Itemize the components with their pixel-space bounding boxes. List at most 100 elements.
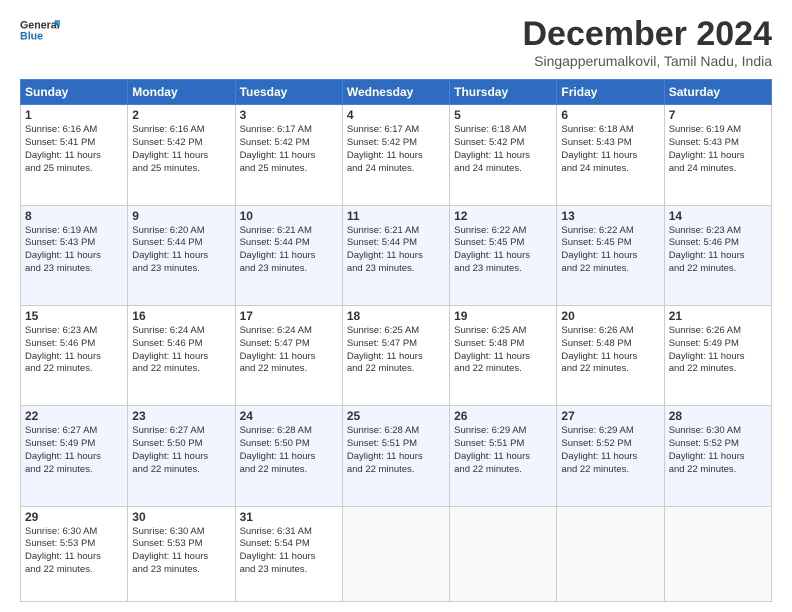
cell-content: Sunrise: 6:30 AM Sunset: 5:52 PM Dayligh…: [669, 425, 767, 476]
calendar-cell: 30 Sunrise: 6:30 AM Sunset: 5:53 PM Dayli…: [128, 506, 235, 601]
cell-content: Sunrise: 6:22 AM Sunset: 5:45 PM Dayligh…: [561, 225, 659, 276]
cell-content: Sunrise: 6:20 AM Sunset: 5:44 PM Dayligh…: [132, 225, 230, 276]
calendar-cell: 1Sunrise: 6:16 AM Sunset: 5:41 PM Daylig…: [21, 105, 128, 205]
month-title: December 2024: [522, 16, 772, 53]
day-number: 11: [347, 209, 445, 223]
weekday-header-thursday: Thursday: [450, 80, 557, 105]
weekday-header-friday: Friday: [557, 80, 664, 105]
calendar-cell: 16 Sunrise: 6:24 AM Sunset: 5:46 PM Dayli…: [128, 305, 235, 405]
weekday-header-sunday: Sunday: [21, 80, 128, 105]
calendar-cell: 24 Sunrise: 6:28 AM Sunset: 5:50 PM Dayli…: [235, 406, 342, 506]
cell-content: Sunrise: 6:25 AM Sunset: 5:48 PM Dayligh…: [454, 325, 552, 376]
cell-content: Sunrise: 6:27 AM Sunset: 5:50 PM Dayligh…: [132, 425, 230, 476]
cell-content: Sunrise: 6:19 AM Sunset: 5:43 PM Dayligh…: [669, 124, 767, 175]
page: General Blue December 2024 Singapperumal…: [0, 0, 792, 612]
day-number: 31: [240, 510, 338, 524]
day-number: 9: [132, 209, 230, 223]
cell-content: Sunrise: 6:30 AM Sunset: 5:53 PM Dayligh…: [132, 526, 230, 577]
calendar-cell: 28Sunrise: 6:30 AM Sunset: 5:52 PM Dayli…: [664, 406, 771, 506]
calendar-cell: 12Sunrise: 6:22 AM Sunset: 5:45 PM Dayli…: [450, 205, 557, 305]
day-number: 17: [240, 309, 338, 323]
calendar-cell: 2Sunrise: 6:16 AM Sunset: 5:42 PM Daylig…: [128, 105, 235, 205]
day-number: 23: [132, 409, 230, 423]
calendar-week-row: 15 Sunrise: 6:23 AM Sunset: 5:46 PM Dayli…: [21, 305, 772, 405]
cell-content: Sunrise: 6:17 AM Sunset: 5:42 PM Dayligh…: [347, 124, 445, 175]
cell-content: Sunrise: 6:23 AM Sunset: 5:46 PM Dayligh…: [25, 325, 123, 376]
cell-content: Sunrise: 6:31 AM Sunset: 5:54 PM Dayligh…: [240, 526, 338, 577]
calendar-week-row: 8 Sunrise: 6:19 AM Sunset: 5:43 PM Daylig…: [21, 205, 772, 305]
calendar-cell: 17 Sunrise: 6:24 AM Sunset: 5:47 PM Dayli…: [235, 305, 342, 405]
cell-content: Sunrise: 6:30 AM Sunset: 5:53 PM Dayligh…: [25, 526, 123, 577]
calendar-week-row: 22 Sunrise: 6:27 AM Sunset: 5:49 PM Dayli…: [21, 406, 772, 506]
cell-content: Sunrise: 6:24 AM Sunset: 5:47 PM Dayligh…: [240, 325, 338, 376]
day-number: 13: [561, 209, 659, 223]
day-number: 21: [669, 309, 767, 323]
day-number: 10: [240, 209, 338, 223]
calendar-week-row: 29 Sunrise: 6:30 AM Sunset: 5:53 PM Dayli…: [21, 506, 772, 601]
calendar-cell: 11Sunrise: 6:21 AM Sunset: 5:44 PM Dayli…: [342, 205, 449, 305]
cell-content: Sunrise: 6:24 AM Sunset: 5:46 PM Dayligh…: [132, 325, 230, 376]
day-number: 15: [25, 309, 123, 323]
day-number: 22: [25, 409, 123, 423]
title-section: December 2024 Singapperumalkovil, Tamil …: [522, 16, 772, 69]
calendar-cell: 26Sunrise: 6:29 AM Sunset: 5:51 PM Dayli…: [450, 406, 557, 506]
cell-content: Sunrise: 6:19 AM Sunset: 5:43 PM Dayligh…: [25, 225, 123, 276]
calendar-cell: 9 Sunrise: 6:20 AM Sunset: 5:44 PM Daylig…: [128, 205, 235, 305]
header: General Blue December 2024 Singapperumal…: [20, 16, 772, 69]
day-number: 24: [240, 409, 338, 423]
calendar-cell: 8 Sunrise: 6:19 AM Sunset: 5:43 PM Daylig…: [21, 205, 128, 305]
day-number: 8: [25, 209, 123, 223]
cell-content: Sunrise: 6:29 AM Sunset: 5:52 PM Dayligh…: [561, 425, 659, 476]
calendar-cell: 23 Sunrise: 6:27 AM Sunset: 5:50 PM Dayli…: [128, 406, 235, 506]
weekday-header-saturday: Saturday: [664, 80, 771, 105]
calendar-cell: 21Sunrise: 6:26 AM Sunset: 5:49 PM Dayli…: [664, 305, 771, 405]
weekday-header-tuesday: Tuesday: [235, 80, 342, 105]
calendar-cell: 20 Sunrise: 6:26 AM Sunset: 5:48 PM Dayli…: [557, 305, 664, 405]
cell-content: Sunrise: 6:18 AM Sunset: 5:42 PM Dayligh…: [454, 124, 552, 175]
calendar-cell: 14Sunrise: 6:23 AM Sunset: 5:46 PM Dayli…: [664, 205, 771, 305]
calendar-cell: 6Sunrise: 6:18 AM Sunset: 5:43 PM Daylig…: [557, 105, 664, 205]
calendar-cell: 13 Sunrise: 6:22 AM Sunset: 5:45 PM Dayli…: [557, 205, 664, 305]
calendar-cell: 19 Sunrise: 6:25 AM Sunset: 5:48 PM Dayli…: [450, 305, 557, 405]
logo: General Blue: [20, 16, 60, 46]
day-number: 16: [132, 309, 230, 323]
calendar-cell: 18Sunrise: 6:25 AM Sunset: 5:47 PM Dayli…: [342, 305, 449, 405]
day-number: 7: [669, 108, 767, 122]
cell-content: Sunrise: 6:16 AM Sunset: 5:41 PM Dayligh…: [25, 124, 123, 175]
calendar-header-row: SundayMondayTuesdayWednesdayThursdayFrid…: [21, 80, 772, 105]
cell-content: Sunrise: 6:21 AM Sunset: 5:44 PM Dayligh…: [240, 225, 338, 276]
location-subtitle: Singapperumalkovil, Tamil Nadu, India: [522, 53, 772, 69]
calendar-cell: [664, 506, 771, 601]
day-number: 26: [454, 409, 552, 423]
calendar-week-row: 1Sunrise: 6:16 AM Sunset: 5:41 PM Daylig…: [21, 105, 772, 205]
day-number: 30: [132, 510, 230, 524]
day-number: 29: [25, 510, 123, 524]
calendar-cell: 25Sunrise: 6:28 AM Sunset: 5:51 PM Dayli…: [342, 406, 449, 506]
cell-content: Sunrise: 6:26 AM Sunset: 5:48 PM Dayligh…: [561, 325, 659, 376]
calendar-cell: 31 Sunrise: 6:31 AM Sunset: 5:54 PM Dayli…: [235, 506, 342, 601]
weekday-header-wednesday: Wednesday: [342, 80, 449, 105]
cell-content: Sunrise: 6:27 AM Sunset: 5:49 PM Dayligh…: [25, 425, 123, 476]
calendar-cell: 3Sunrise: 6:17 AM Sunset: 5:42 PM Daylig…: [235, 105, 342, 205]
day-number: 27: [561, 409, 659, 423]
cell-content: Sunrise: 6:25 AM Sunset: 5:47 PM Dayligh…: [347, 325, 445, 376]
day-number: 14: [669, 209, 767, 223]
calendar-cell: 7 Sunrise: 6:19 AM Sunset: 5:43 PM Daylig…: [664, 105, 771, 205]
day-number: 5: [454, 108, 552, 122]
calendar-cell: 5 Sunrise: 6:18 AM Sunset: 5:42 PM Daylig…: [450, 105, 557, 205]
day-number: 20: [561, 309, 659, 323]
logo-icon: General Blue: [20, 16, 60, 44]
calendar-cell: 15 Sunrise: 6:23 AM Sunset: 5:46 PM Dayli…: [21, 305, 128, 405]
day-number: 19: [454, 309, 552, 323]
calendar-cell: 10 Sunrise: 6:21 AM Sunset: 5:44 PM Dayli…: [235, 205, 342, 305]
calendar-cell: 22 Sunrise: 6:27 AM Sunset: 5:49 PM Dayli…: [21, 406, 128, 506]
cell-content: Sunrise: 6:28 AM Sunset: 5:50 PM Dayligh…: [240, 425, 338, 476]
calendar-cell: 4Sunrise: 6:17 AM Sunset: 5:42 PM Daylig…: [342, 105, 449, 205]
day-number: 12: [454, 209, 552, 223]
calendar-cell: 29 Sunrise: 6:30 AM Sunset: 5:53 PM Dayli…: [21, 506, 128, 601]
cell-content: Sunrise: 6:28 AM Sunset: 5:51 PM Dayligh…: [347, 425, 445, 476]
calendar-cell: 27 Sunrise: 6:29 AM Sunset: 5:52 PM Dayli…: [557, 406, 664, 506]
day-number: 2: [132, 108, 230, 122]
calendar-table: SundayMondayTuesdayWednesdayThursdayFrid…: [20, 79, 772, 602]
calendar-cell: [450, 506, 557, 601]
